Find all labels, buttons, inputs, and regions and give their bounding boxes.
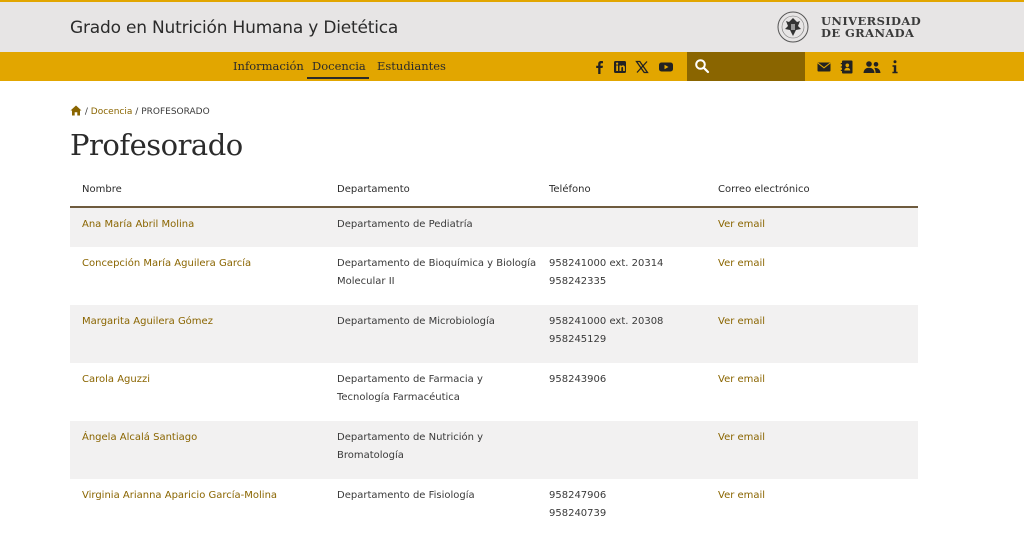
email-cell: Ver email	[706, 207, 918, 247]
breadcrumb-separator: /	[135, 107, 139, 117]
info-icon[interactable]	[889, 59, 901, 75]
faculty-table: Nombre Departamento Teléfono Correo elec…	[70, 172, 918, 537]
breadcrumb-link-docencia[interactable]: Docencia	[91, 107, 133, 117]
faculty-name-link[interactable]: Carola Aguzzi	[70, 363, 325, 421]
nav-active-indicator	[307, 77, 369, 79]
nav-item-estudiantes[interactable]: Estudiantes	[377, 59, 446, 73]
faculty-name-link[interactable]: Virginia Arianna Aparicio García-Molina	[70, 479, 325, 537]
faculty-name-link[interactable]: Ana María Abril Molina	[70, 207, 325, 247]
search-icon[interactable]	[694, 58, 710, 74]
directory-icon[interactable]	[839, 59, 855, 75]
column-header-correo: Correo electrónico	[706, 172, 918, 208]
phone-cell: 958241000 ext. 20314 958242335	[537, 247, 706, 305]
table-row: Margarita Aguilera Gómez Departamento de…	[70, 305, 918, 363]
phone-primary: 958247906	[549, 490, 607, 501]
email-cell: Ver email	[706, 479, 918, 537]
department-cell: Departamento de Farmacia y Tecnología Fa…	[337, 374, 483, 403]
phone-primary: 958241000 ext. 20314	[549, 258, 664, 269]
search-input[interactable]	[713, 56, 805, 78]
home-icon[interactable]	[70, 105, 82, 116]
faculty-name-link[interactable]: Concepción María Aguilera García	[70, 247, 325, 305]
ver-email-link[interactable]: Ver email	[718, 316, 765, 327]
email-cell: Ver email	[706, 305, 918, 363]
ver-email-link[interactable]: Ver email	[718, 374, 765, 385]
table-row: Concepción María Aguilera García Departa…	[70, 247, 918, 305]
faculty-name-link[interactable]: Ángela Alcalá Santiago	[70, 421, 325, 479]
phone-secondary: 958242335	[549, 275, 607, 287]
department-cell: Departamento de Nutrición y Bromatología	[337, 432, 484, 461]
phone-cell	[537, 421, 706, 479]
department-cell: Departamento de Fisiología	[337, 490, 475, 501]
main-navbar: Información Docencia Estudiantes	[0, 52, 1024, 81]
nav-item-informacion[interactable]: Información	[233, 59, 304, 73]
nav-item-docencia[interactable]: Docencia	[312, 59, 366, 73]
breadcrumb: / Docencia / PROFESORADO	[70, 105, 210, 117]
site-title[interactable]: Grado en Nutrición Humana y Dietética	[70, 18, 398, 38]
column-header-telefono: Teléfono	[537, 172, 706, 208]
ver-email-link[interactable]: Ver email	[718, 490, 765, 501]
page-title: Profesorado	[70, 128, 243, 162]
phone-primary: 958241000 ext. 20308	[549, 316, 664, 327]
ver-email-link[interactable]: Ver email	[718, 258, 765, 269]
department-cell: Departamento de Pediatría	[337, 219, 473, 230]
university-seal-icon	[777, 11, 809, 43]
email-cell: Ver email	[706, 421, 918, 479]
department-cell: Departamento de Microbiología	[337, 316, 495, 327]
table-row: Carola Aguzzi Departamento de Farmacia y…	[70, 363, 918, 421]
column-header-nombre: Nombre	[70, 172, 325, 208]
email-cell: Ver email	[706, 247, 918, 305]
ver-email-link[interactable]: Ver email	[718, 432, 765, 443]
table-row: Ángela Alcalá Santiago Departamento de N…	[70, 421, 918, 479]
university-logo[interactable]: UNIVERSIDAD DE GRANADA	[777, 11, 921, 47]
table-row: Ana María Abril Molina Departamento de P…	[70, 207, 918, 247]
search-box[interactable]	[687, 52, 805, 81]
phone-primary: 958243906	[549, 374, 607, 385]
breadcrumb-separator: /	[84, 107, 88, 117]
phone-secondary: 958240739	[549, 507, 607, 519]
university-name: UNIVERSIDAD DE GRANADA	[821, 15, 921, 39]
faculty-name-link[interactable]: Margarita Aguilera Gómez	[70, 305, 325, 363]
table-header-row: Nombre Departamento Teléfono Correo elec…	[70, 172, 918, 208]
phone-secondary: 958245129	[549, 333, 607, 345]
youtube-icon[interactable]	[658, 59, 674, 75]
email-cell: Ver email	[706, 363, 918, 421]
column-header-departamento: Departamento	[325, 172, 537, 208]
table-row: Virginia Arianna Aparicio García-Molina …	[70, 479, 918, 537]
university-name-line2: DE GRANADA	[821, 26, 915, 40]
people-icon[interactable]	[862, 59, 882, 75]
department-cell: Departamento de Bioquímica y Biología Mo…	[337, 258, 537, 287]
site-header: Grado en Nutrición Humana y Dietética UN…	[0, 2, 1024, 52]
mail-icon[interactable]	[816, 59, 832, 75]
ver-email-link[interactable]: Ver email	[718, 219, 765, 230]
x-icon[interactable]	[634, 59, 650, 75]
phone-cell: 958241000 ext. 20308 958245129	[537, 305, 706, 363]
facebook-icon[interactable]	[591, 59, 607, 75]
phone-cell: 958247906 958240739	[537, 479, 706, 537]
breadcrumb-current: PROFESORADO	[141, 107, 210, 117]
linkedin-icon[interactable]	[612, 59, 628, 75]
phone-cell: 958243906	[537, 363, 706, 421]
phone-cell	[537, 207, 706, 247]
